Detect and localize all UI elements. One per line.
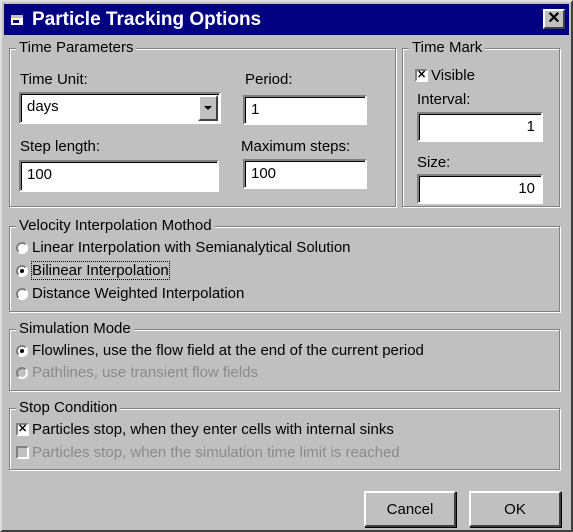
radio-circle: [16, 367, 28, 379]
time-unit-dropdown-button[interactable]: [198, 95, 218, 121]
stop-condition-group: Stop Condition ✕ Particles stop, when th…: [9, 399, 560, 470]
interval-label: Interval:: [417, 91, 471, 108]
maximum-steps-input[interactable]: 100: [243, 159, 367, 189]
time-unit-value: days: [27, 98, 59, 115]
size-label: Size:: [417, 154, 451, 171]
app-icon: [10, 12, 26, 28]
cancel-button-label: Cancel: [386, 501, 434, 518]
radio-circle: [16, 345, 28, 357]
step-length-input[interactable]: 100: [19, 160, 219, 192]
time-mark-legend: Time Mark: [409, 39, 486, 56]
period-label: Period:: [245, 71, 293, 88]
stop-condition-legend: Stop Condition: [16, 399, 121, 416]
cancel-button[interactable]: Cancel: [364, 491, 456, 527]
velocity-interpolation-legend: Velocity Interpolation Mothod: [16, 217, 215, 234]
checkbox-label: Particles stop, when they enter cells wi…: [32, 421, 394, 438]
checkbox-box: ✕: [16, 423, 29, 436]
simulation-mode-legend: Simulation Mode: [16, 320, 134, 337]
visible-label: Visible: [431, 67, 475, 84]
period-value: 1: [251, 101, 260, 118]
step-length-value: 100: [27, 166, 53, 183]
time-parameters-group: Time Parameters Time Unit: days Period: …: [9, 39, 396, 207]
radio-label: Distance Weighted Interpolation: [32, 285, 245, 302]
time-unit-dropdown[interactable]: days: [19, 92, 221, 124]
checkbox-box: [16, 446, 29, 459]
simulation-mode-group: Simulation Mode Flowlines, use the flow …: [9, 320, 560, 391]
radio-circle: [16, 265, 28, 277]
ok-button-label: OK: [504, 501, 526, 518]
radio-circle: [16, 288, 28, 300]
radio-circle: [16, 242, 28, 254]
close-icon: ✕: [547, 10, 561, 27]
radio-label: Pathlines, use transient flow fields: [32, 364, 258, 381]
size-value: 10: [518, 180, 535, 197]
radio-label: Linear Interpolation with Semianalytical…: [32, 239, 351, 256]
checkbox-label: Particles stop, when the simulation time…: [32, 444, 400, 461]
checkbox-box: ✕: [415, 69, 428, 82]
time-unit-label: Time Unit:: [20, 71, 88, 88]
close-button[interactable]: ✕: [543, 9, 565, 29]
radio-label: Bilinear Interpolation: [31, 261, 170, 280]
maximum-steps-label: Maximum steps:: [241, 138, 351, 155]
title-bar[interactable]: Particle Tracking Options ✕: [4, 4, 569, 35]
window-title: Particle Tracking Options: [32, 9, 262, 30]
time-parameters-legend: Time Parameters: [16, 39, 137, 56]
velocity-interpolation-group: Velocity Interpolation Mothod Linear Int…: [9, 217, 560, 312]
step-length-label: Step length:: [20, 138, 101, 155]
time-mark-group: Time Mark ✕ Visible Interval: 1 Size: 10: [402, 39, 560, 207]
ok-button[interactable]: OK: [469, 491, 561, 527]
maximum-steps-value: 100: [251, 165, 277, 182]
particle-tracking-options-dialog: Particle Tracking Options ✕ Time Paramet…: [0, 0, 573, 532]
chevron-down-icon: [204, 106, 212, 110]
radio-label: Flowlines, use the flow field at the end…: [32, 342, 424, 359]
period-input[interactable]: 1: [243, 95, 367, 125]
interval-value: 1: [526, 118, 535, 135]
interval-input[interactable]: 1: [417, 112, 543, 142]
size-input[interactable]: 10: [417, 174, 543, 204]
